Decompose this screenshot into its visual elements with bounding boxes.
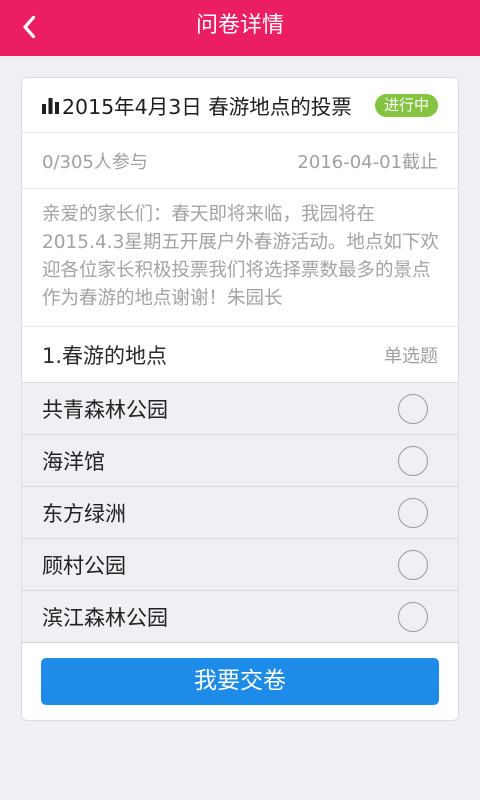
radio-unchecked-icon[interactable]: [398, 393, 428, 424]
survey-meta-row: 0/305人参与 2016-04-01截止: [22, 133, 458, 189]
question-header: 1.春游的地点 单选题: [22, 327, 458, 383]
participation-count: 0/305人参与: [42, 151, 148, 173]
status-badge: 进行中: [374, 93, 438, 117]
option-row[interactable]: 滨江森林公园: [22, 591, 458, 643]
deadline: 2016-04-01截止: [297, 151, 438, 173]
radio-unchecked-icon[interactable]: [398, 601, 428, 632]
survey-title-row: 2015年4月3日 春游地点的投票 进行中: [22, 78, 458, 133]
option-row[interactable]: 共青森林公园: [22, 383, 458, 435]
submit-area: 我要交卷: [22, 643, 458, 705]
option-label: 共青森林公园: [42, 397, 168, 422]
option-row[interactable]: 海洋馆: [22, 435, 458, 487]
description-line: 2015.4.3星期五开展户外春游活动。地点如下欢: [42, 232, 439, 253]
option-row[interactable]: 东方绿洲: [22, 487, 458, 539]
survey-title: 2015年4月3日 春游地点的投票: [62, 95, 352, 119]
app-header: 问卷详情: [0, 0, 480, 56]
description-line: 亲爱的家长们：春天即将来临，我园将在: [42, 204, 376, 225]
radio-unchecked-icon[interactable]: [398, 497, 428, 528]
page-title: 问卷详情: [195, 13, 284, 38]
submit-button[interactable]: 我要交卷: [41, 658, 439, 705]
question-title: 1.春游的地点: [42, 343, 168, 368]
option-label: 滨江森林公园: [42, 605, 168, 630]
radio-unchecked-icon[interactable]: [398, 549, 428, 580]
option-label: 顾村公园: [42, 553, 126, 578]
description-line: 迎各位家长积极投票我们将选择票数最多的景点: [42, 260, 431, 281]
bar-chart-icon: [42, 96, 60, 114]
option-row[interactable]: 顾村公园: [22, 539, 458, 591]
chevron-left-icon: [12, 8, 52, 48]
question-type: 单选题: [384, 345, 438, 367]
survey-description: 亲爱的家长们：春天即将来临，我园将在 2015.4.3星期五开展户外春游活动。地…: [22, 189, 458, 327]
radio-unchecked-icon[interactable]: [398, 445, 428, 476]
option-label: 海洋馆: [42, 449, 105, 474]
option-list: 共青森林公园 海洋馆 东方绿洲 顾村公园 滨江森林公园: [22, 383, 458, 643]
survey-card: 2015年4月3日 春游地点的投票 进行中 0/305人参与 2016-04-0…: [21, 77, 459, 721]
back-button[interactable]: [12, 8, 52, 48]
option-label: 东方绿洲: [42, 501, 126, 526]
description-line: 作为春游的地点谢谢！朱园长: [42, 288, 283, 309]
